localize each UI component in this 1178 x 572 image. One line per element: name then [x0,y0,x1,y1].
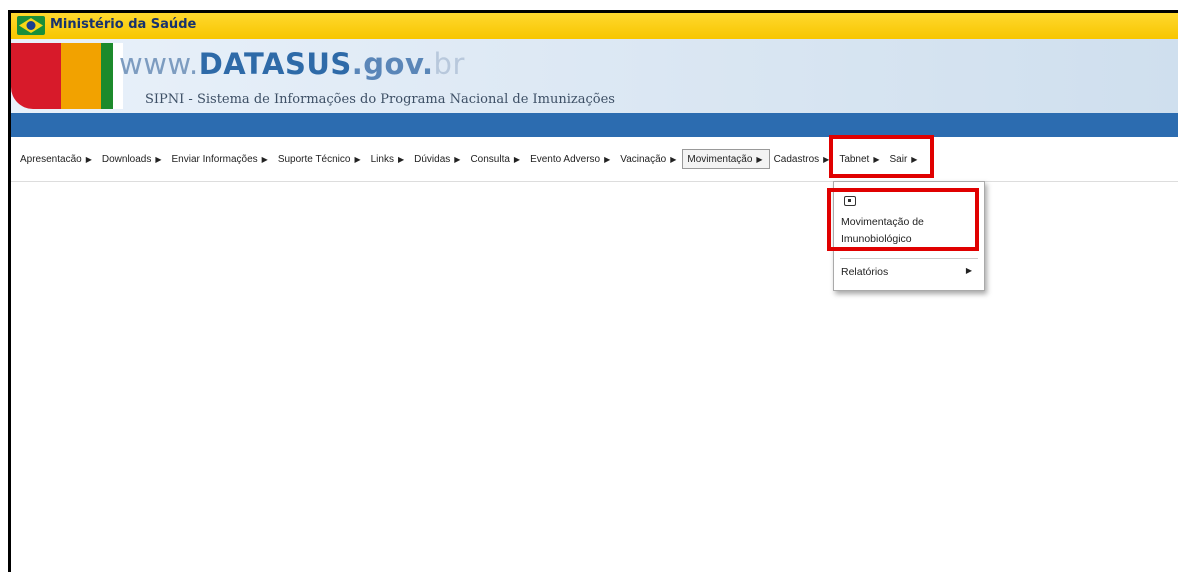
brazil-flag-icon [17,16,45,35]
dropdown-divider [840,258,978,259]
document-icon [844,196,856,206]
menu-item-evento-adverso[interactable]: Evento Adverso ▶ [526,151,616,167]
brand-br: br [433,47,465,81]
main-menu-bar: Apresentacão ▶ Downloads ▶ Enviar Informaç… [11,137,1178,182]
brand-name: DATASUS [198,47,352,81]
menu-item-movimentacao[interactable]: Movimentação ▶ [682,149,770,169]
caret-right-icon: ▶ [965,266,972,275]
menu-item-vacinacao[interactable]: Vacinação ▶ [616,151,682,167]
dropdown-item-relatorios[interactable]: Relatórios [841,266,888,278]
browser-frame: Ministério da Saúde www.DATASUS.gov.br S… [8,10,1178,572]
brand-www: www. [119,47,199,81]
ministerio-title[interactable]: Ministério da Saúde [50,17,196,32]
menu-label: Links [370,153,394,165]
banner-green-block [101,43,113,109]
caret-right-icon: ▶ [397,154,405,164]
brand-gov: .gov. [351,47,434,81]
caret-right-icon: ▶ [261,154,268,164]
datasus-banner: www.DATASUS.gov.br SIPNI - Sistema de In… [11,39,1178,113]
menu-label: Vacinação [620,153,667,165]
menu-label: Consulta [470,153,510,165]
menu-label: Movimentação [687,153,753,165]
caret-right-icon: ▶ [85,154,92,164]
blue-strip [11,113,1178,137]
menu-label: Suporte Técnico [277,153,351,165]
main-menu: Apresentacão ▶ Downloads ▶ Enviar Informaç… [16,149,924,169]
menu-item-cadastros[interactable]: Cadastros ▶ [770,151,836,167]
caret-right-icon: ▶ [354,154,361,164]
menu-label: Downloads [101,153,152,165]
caret-right-icon: ▶ [911,154,918,164]
menu-item-sair[interactable]: Sair ▶ [886,151,924,167]
caret-right-icon: ▶ [756,154,763,164]
menu-item-suporte-tecnico[interactable]: Suporte Técnico ▶ [274,151,367,167]
menu-label: Cadastros [773,153,820,165]
menu-label: Apresentacão [20,153,82,165]
menu-label: Enviar Informações [171,153,258,165]
menu-label: Evento Adverso [530,153,601,165]
system-subtitle: SIPNI - Sistema de Informações do Progra… [145,92,615,107]
menu-item-apresentacao[interactable]: Apresentacão ▶ [16,151,98,167]
caret-right-icon: ▶ [513,154,521,164]
menu-label: Sair [889,153,908,165]
caret-right-icon: ▶ [823,154,830,164]
ministerio-bar: Ministério da Saúde [11,13,1178,39]
dropdown-item-movimentacao-imunobiologico[interactable]: Movimentação de Imunobiológico [841,214,976,248]
movimentacao-dropdown: Movimentação de Imunobiológico Relatório… [833,181,985,291]
menu-label: Tabnet [839,153,870,165]
menu-item-duvidas[interactable]: Dúvidas ▶ [410,151,466,167]
menu-label: Dúvidas [414,153,451,165]
menu-item-downloads[interactable]: Downloads ▶ [98,151,168,167]
menu-item-tabnet[interactable]: Tabnet ▶ [835,151,885,167]
datasus-logo[interactable]: www.DATASUS.gov.br [119,47,465,81]
caret-right-icon: ▶ [155,154,162,164]
caret-right-icon: ▶ [670,154,677,164]
caret-right-icon: ▶ [454,154,461,164]
caret-right-icon: ▶ [873,154,880,164]
banner-red-block [11,43,61,109]
caret-right-icon: ▶ [604,154,611,164]
menu-item-enviar-informacoes[interactable]: Enviar Informações ▶ [168,151,274,167]
menu-item-links[interactable]: Links ▶ [367,151,411,167]
menu-item-consulta[interactable]: Consulta ▶ [466,151,526,167]
banner-orange-block [61,43,101,109]
